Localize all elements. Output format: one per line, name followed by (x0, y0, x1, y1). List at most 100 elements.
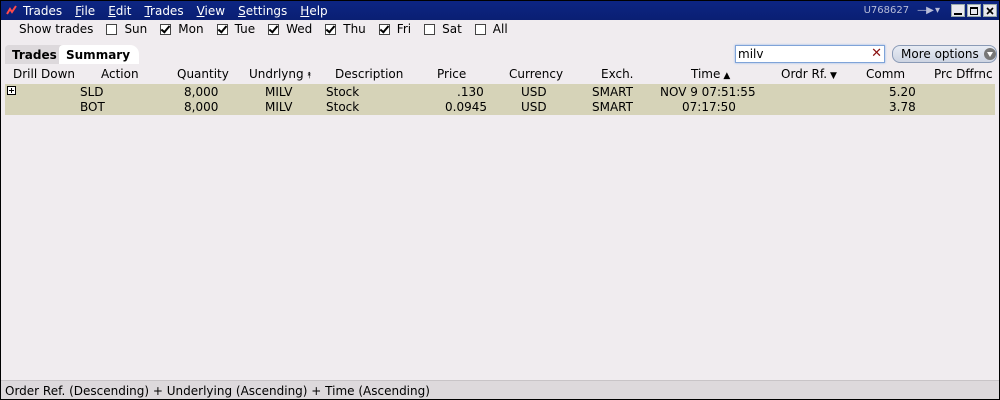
clear-search-icon[interactable]: ✕ (871, 46, 882, 62)
pin-dropdown-icon[interactable]: —▶ ▾ (917, 5, 940, 16)
table-body: SLD 8,000 MILV Stock .130 USD SMART NOV … (5, 84, 995, 115)
menu-edit-label: dit (115, 3, 132, 18)
minimize-icon (954, 12, 962, 15)
col-underlying[interactable]: Undrlyng ⯭ (249, 66, 312, 85)
day-filter-wed[interactable]: Wed (268, 22, 312, 36)
checkbox-all[interactable] (474, 23, 486, 35)
cell-currency: USD (521, 85, 547, 99)
tab-summary[interactable]: Summary (59, 45, 140, 64)
close-button[interactable] (983, 4, 997, 17)
checkbox-sun[interactable] (106, 23, 118, 35)
day-label: Sat (442, 22, 462, 36)
sort-status-bar: Order Ref. (Descending) + Underlying (As… (1, 380, 999, 399)
day-label: Wed (286, 22, 313, 36)
col-comm[interactable]: Comm (866, 66, 905, 83)
menu-edit-mnemonic: E (108, 3, 116, 18)
cell-description: Stock (326, 100, 360, 114)
sort-descending-icon: ▼ (830, 71, 837, 81)
cell-exchange: SMART (592, 100, 633, 114)
col-prc-diff[interactable]: Prc Dffrnc (934, 66, 993, 83)
menu-file-label: ile (81, 3, 96, 18)
day-label: Thu (343, 22, 366, 36)
day-filter-sat[interactable]: Sat (424, 22, 462, 36)
more-options-button[interactable]: More options (892, 45, 997, 63)
menu-trades[interactable]: Trades (144, 4, 183, 18)
col-order-ref[interactable]: Ordr Rf. ▼ (781, 66, 837, 85)
col-price[interactable]: Price (437, 66, 466, 83)
sort-ascending-icon: ▲ (723, 71, 731, 81)
more-options-label: More options (901, 47, 979, 61)
cell-action: SLD (80, 85, 104, 99)
menu-trades-title[interactable]: Trades (23, 4, 62, 18)
maximize-button[interactable] (967, 4, 981, 17)
trades-window: Trades File Edit Trades View Settings He… (0, 0, 1000, 400)
minimize-button[interactable] (951, 4, 965, 17)
day-label: Sun (124, 22, 148, 36)
tabs-row: Trades Summary ✕ More options (1, 43, 999, 65)
menu-view[interactable]: View (197, 4, 225, 18)
cell-currency: USD (521, 100, 547, 114)
day-filter-row: Show trades Sun Mon Tue Wed Thu Fri Sat … (1, 20, 999, 38)
checkbox-fri[interactable] (378, 23, 390, 35)
cell-comm: 3.78 (889, 100, 916, 114)
search-input[interactable] (738, 46, 864, 62)
menu-view-label: iew (204, 3, 226, 18)
col-drill-down[interactable]: Drill Down (13, 66, 75, 83)
cell-quantity: 8,000 (184, 85, 219, 99)
menu-settings[interactable]: Settings (238, 4, 287, 18)
app-logo-icon (5, 4, 19, 18)
day-label: All (492, 22, 508, 36)
menu-help-mnemonic: H (300, 3, 310, 18)
col-action[interactable]: Action (101, 66, 139, 83)
menu-edit[interactable]: Edit (108, 4, 131, 18)
day-filter-sun[interactable]: Sun (106, 22, 147, 36)
cell-price: .130 (457, 85, 484, 99)
day-filter-tue[interactable]: Tue (216, 22, 256, 36)
day-filter-fri[interactable]: Fri (378, 22, 412, 36)
expand-plus-icon[interactable] (7, 86, 16, 95)
col-time[interactable]: Time ▲ (691, 66, 730, 85)
cell-time: NOV 9 07:51:55 (660, 85, 756, 99)
menu-bar: Trades File Edit Trades View Settings He… (1, 1, 999, 20)
account-id: U768627 (863, 5, 910, 16)
checkbox-mon[interactable] (160, 23, 172, 35)
col-currency[interactable]: Currency (509, 66, 563, 83)
day-label: Fri (396, 22, 412, 36)
menu-trades-label: rades (150, 3, 184, 18)
table-header: Drill Down Action Quantity Undrlyng ⯭ Des… (1, 66, 999, 84)
day-filter-all[interactable]: All (474, 22, 508, 36)
col-quantity[interactable]: Quantity (177, 66, 229, 83)
chevron-down-circle-icon (983, 48, 996, 60)
col-order-ref-label: Ordr Rf. (781, 67, 828, 81)
menu-help[interactable]: Help (300, 4, 327, 18)
cell-action: BOT (80, 100, 105, 114)
day-filter-thu[interactable]: Thu (325, 22, 366, 36)
cell-underlying: MILV (265, 100, 293, 114)
col-description[interactable]: Description (335, 66, 403, 83)
close-icon (986, 6, 994, 15)
col-underlying-label: Undrlyng (249, 67, 304, 81)
cell-comm: 5.20 (889, 85, 916, 99)
table-row[interactable]: BOT 8,000 MILV Stock 0.0945 USD SMART 07… (5, 99, 999, 114)
day-label: Tue (234, 22, 256, 36)
cell-underlying: MILV (265, 85, 293, 99)
cell-exchange: SMART (592, 85, 633, 99)
col-exchange[interactable]: Exch. (601, 66, 634, 83)
tab-trades[interactable]: Trades (5, 45, 64, 64)
day-filter-mon[interactable]: Mon (160, 22, 204, 36)
cell-time: 07:17:50 (682, 100, 736, 114)
sort-status-text: Order Ref. (Descending) + Underlying (As… (5, 383, 430, 398)
day-label: Mon (178, 22, 204, 36)
menu-help-label: elp (309, 3, 328, 18)
table-row[interactable]: SLD 8,000 MILV Stock .130 USD SMART NOV … (5, 84, 999, 99)
cell-description: Stock (326, 85, 360, 99)
menu-settings-mnemonic: S (238, 3, 246, 18)
cell-quantity: 8,000 (184, 100, 219, 114)
checkbox-tue[interactable] (216, 23, 228, 35)
checkbox-thu[interactable] (325, 23, 337, 35)
sort-ascending-double-icon: ⯭ (306, 71, 313, 81)
checkbox-wed[interactable] (268, 23, 280, 35)
search-box: ✕ (735, 45, 885, 63)
checkbox-sat[interactable] (424, 23, 436, 35)
menu-file[interactable]: File (75, 4, 95, 18)
